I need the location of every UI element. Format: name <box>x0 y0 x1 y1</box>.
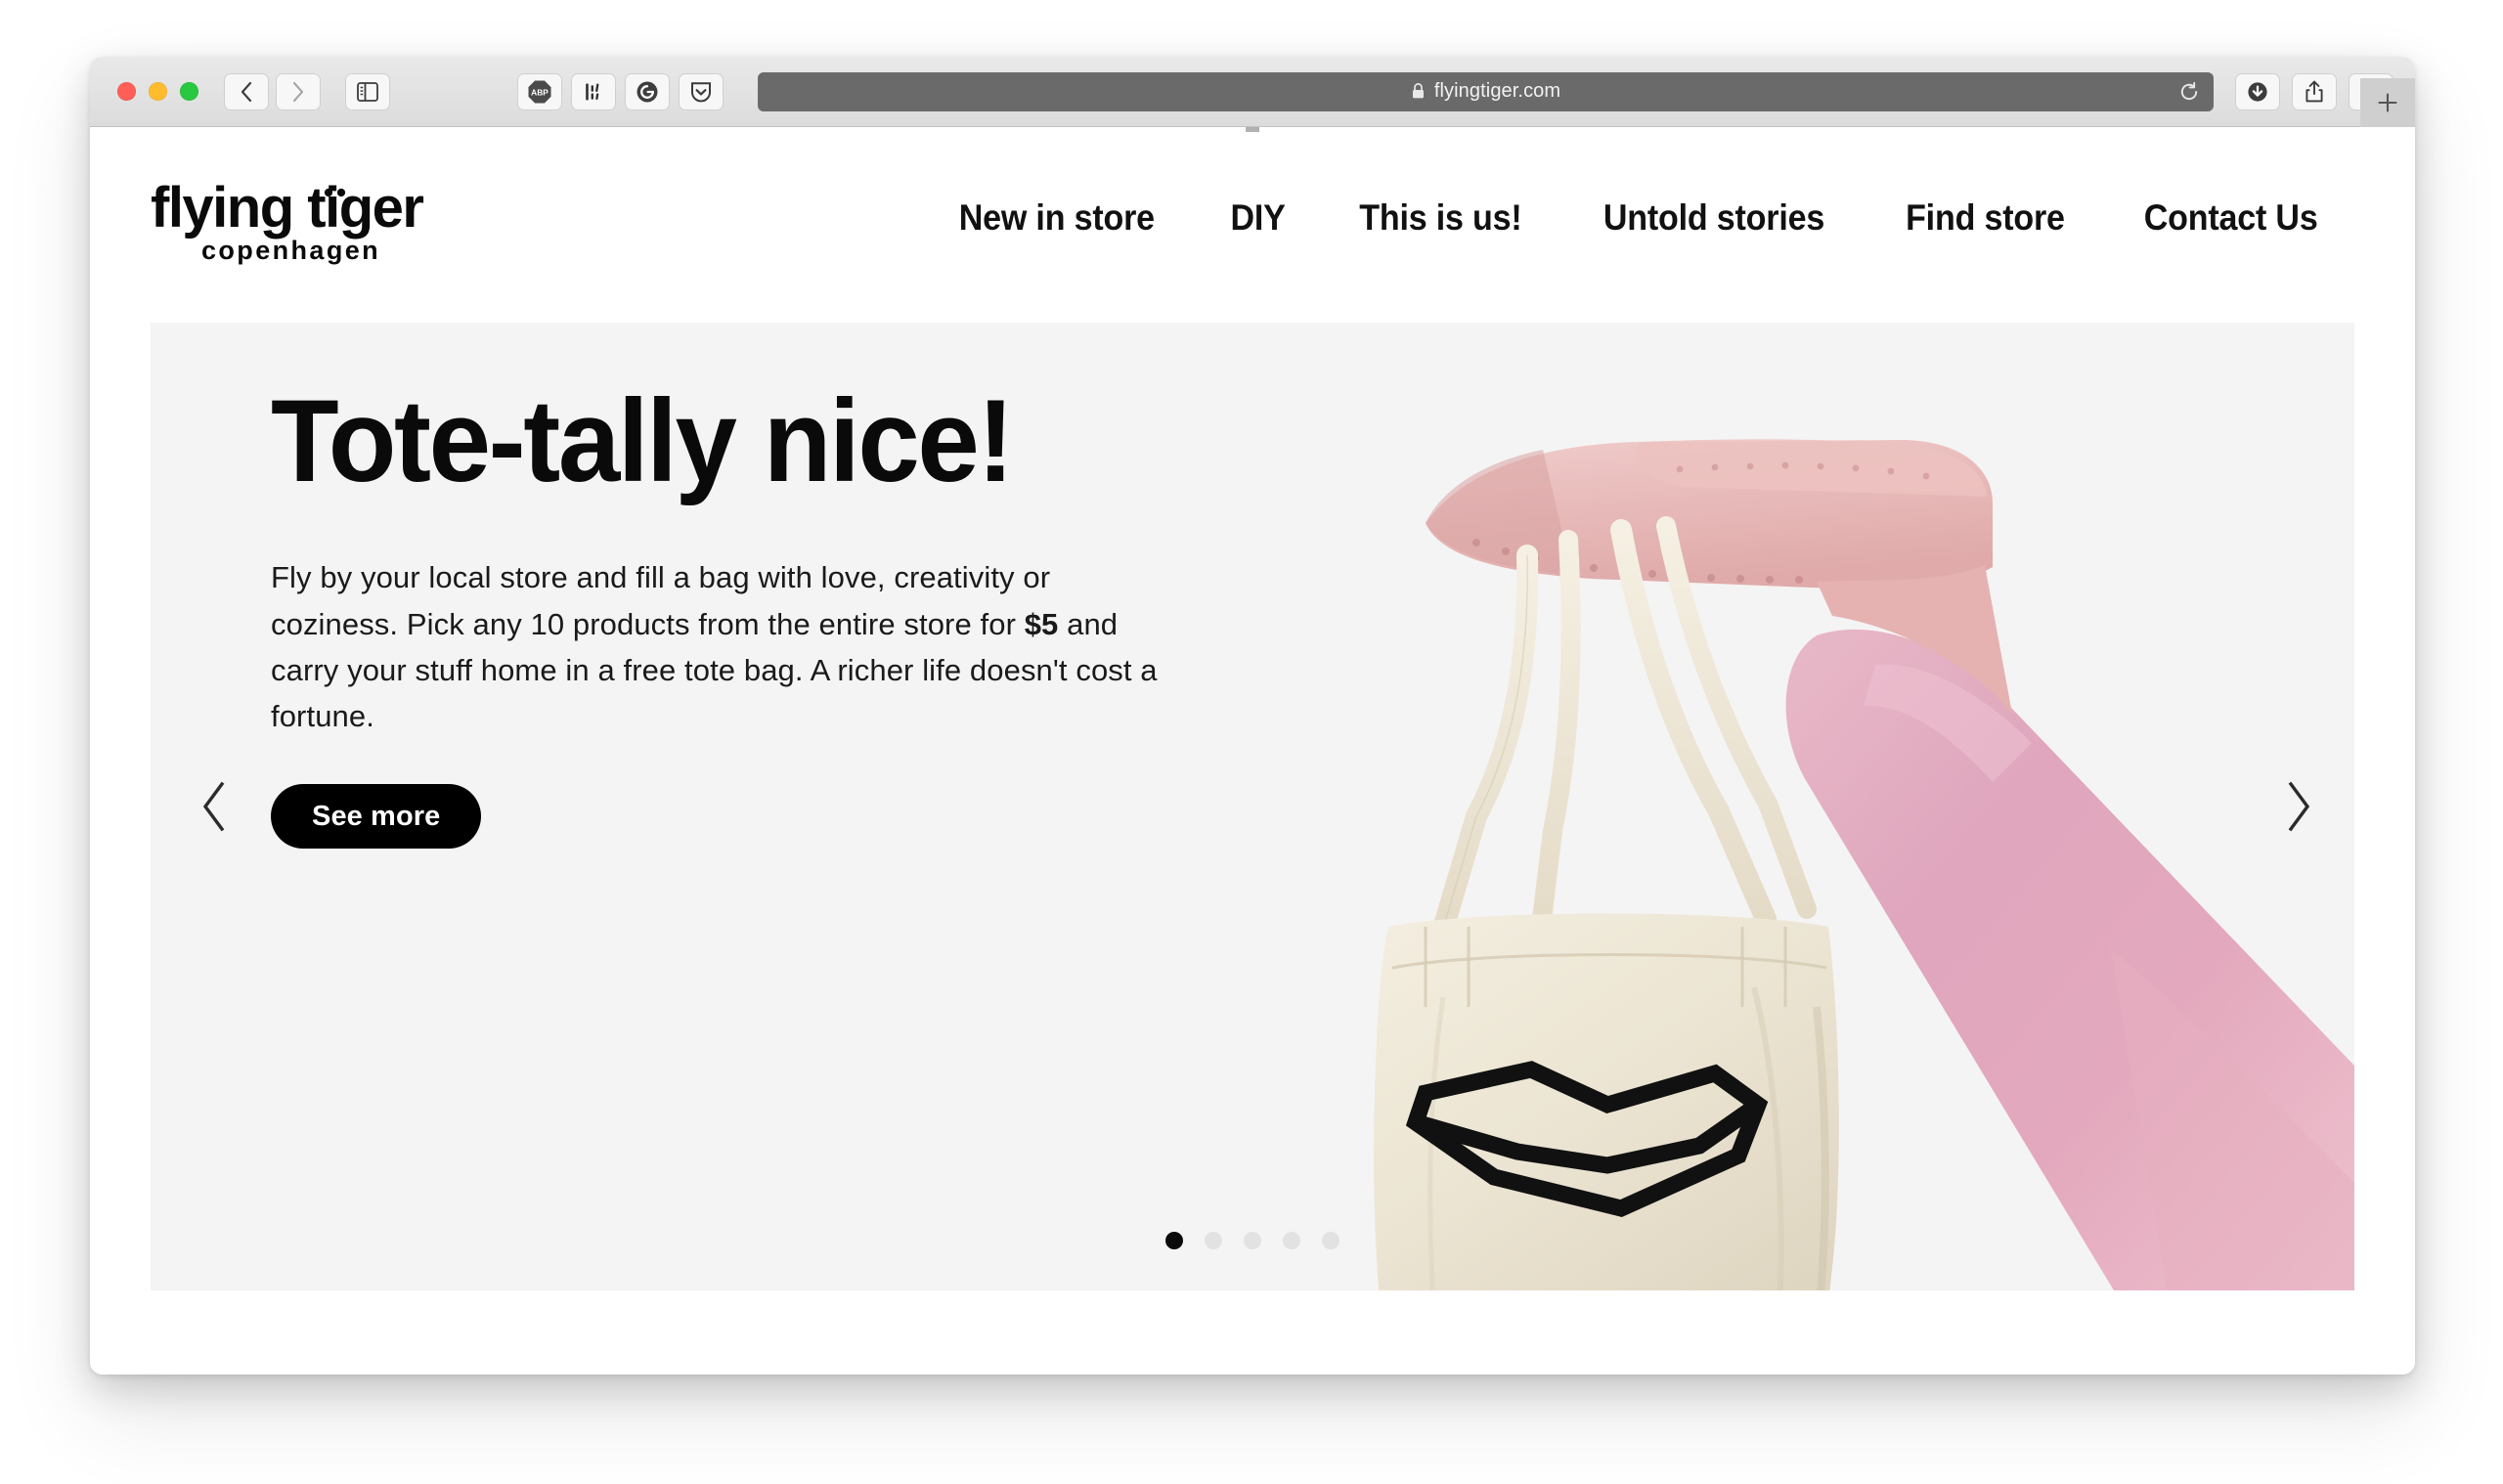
main-navigation: New in store DIY This is us! Untold stor… <box>918 197 2337 242</box>
hero-price: $5 <box>1024 606 1059 641</box>
pocket-icon[interactable] <box>679 72 724 110</box>
url-text: flyingtiger.com <box>1433 80 1561 102</box>
chevron-right-icon <box>2288 781 2310 832</box>
nav-item-untold-stories[interactable]: Untold stories <box>1603 197 1824 239</box>
desktop-backdrop: ABP flyingtiger.com flying tiger copenha… <box>0 0 2503 1484</box>
page-scroll-sliver <box>90 127 2415 133</box>
window-traffic-lights <box>117 82 198 101</box>
reload-button[interactable] <box>2174 77 2204 107</box>
downloads-icon[interactable] <box>2235 72 2280 110</box>
hero-description: Fly by your local store and fill a bag w… <box>271 554 1180 738</box>
grammarly-icon[interactable] <box>625 72 670 110</box>
nav-item-diy[interactable]: DIY <box>1230 197 1285 239</box>
svg-text:flying tiger: flying tiger <box>151 176 423 240</box>
browser-toolbar: ABP flyingtiger.com <box>90 57 2415 127</box>
hero-copy: Tote-tally nice! Fly by your local store… <box>271 381 1209 849</box>
carousel-dot-4[interactable] <box>1283 1232 1300 1249</box>
browser-extensions: ABP <box>517 72 732 110</box>
hero-carousel: Tote-tally nice! Fly by your local store… <box>151 323 2354 1290</box>
nav-item-new-in-store[interactable]: New in store <box>959 197 1155 239</box>
hero-image <box>1132 323 2354 1290</box>
forward-button[interactable] <box>276 72 321 110</box>
url-display: flyingtiger.com <box>1411 80 1560 103</box>
carousel-next-button[interactable] <box>2264 772 2333 841</box>
navigation-buttons <box>224 72 321 110</box>
see-more-button[interactable]: See more <box>271 783 482 849</box>
carousel-dot-2[interactable] <box>1205 1232 1222 1249</box>
minimize-window-button[interactable] <box>149 82 167 101</box>
nav-item-find-store[interactable]: Find store <box>1906 197 2065 239</box>
nav-item-this-is-us[interactable]: This is us! <box>1359 197 1522 239</box>
site-header: flying tiger copenhagen New in store DIY… <box>90 127 2415 274</box>
address-bar[interactable]: flyingtiger.com <box>758 71 2214 111</box>
new-tab-button[interactable] <box>2360 78 2415 127</box>
browser-window: ABP flyingtiger.com flying tiger copenha… <box>90 57 2415 1375</box>
carousel-dot-1[interactable] <box>1165 1232 1183 1249</box>
site-logo[interactable]: flying tiger copenhagen <box>151 173 493 271</box>
tracker-blocker-icon[interactable] <box>571 72 616 110</box>
sidebar-toggle-button[interactable] <box>345 72 390 110</box>
carousel-dot-5[interactable] <box>1322 1232 1339 1249</box>
close-window-button[interactable] <box>117 82 136 101</box>
share-icon[interactable] <box>2292 72 2337 110</box>
svg-text:copenhagen: copenhagen <box>201 236 380 265</box>
adblock-plus-icon[interactable]: ABP <box>517 72 562 110</box>
hero-description-part1: Fly by your local store and fill a bag w… <box>271 560 1051 641</box>
carousel-pagination <box>151 1232 2354 1249</box>
hero-title: Tote-tally nice! <box>271 375 1014 506</box>
chevron-left-icon <box>202 781 225 832</box>
zoom-window-button[interactable] <box>180 82 198 101</box>
page-viewport: flying tiger copenhagen New in store DIY… <box>90 127 2415 1375</box>
svg-text:ABP: ABP <box>531 87 549 97</box>
carousel-prev-button[interactable] <box>180 772 248 841</box>
nav-item-contact-us[interactable]: Contact Us <box>2143 197 2317 239</box>
lock-icon <box>1412 83 1424 99</box>
back-button[interactable] <box>224 72 269 110</box>
carousel-dot-3[interactable] <box>1244 1232 1261 1249</box>
